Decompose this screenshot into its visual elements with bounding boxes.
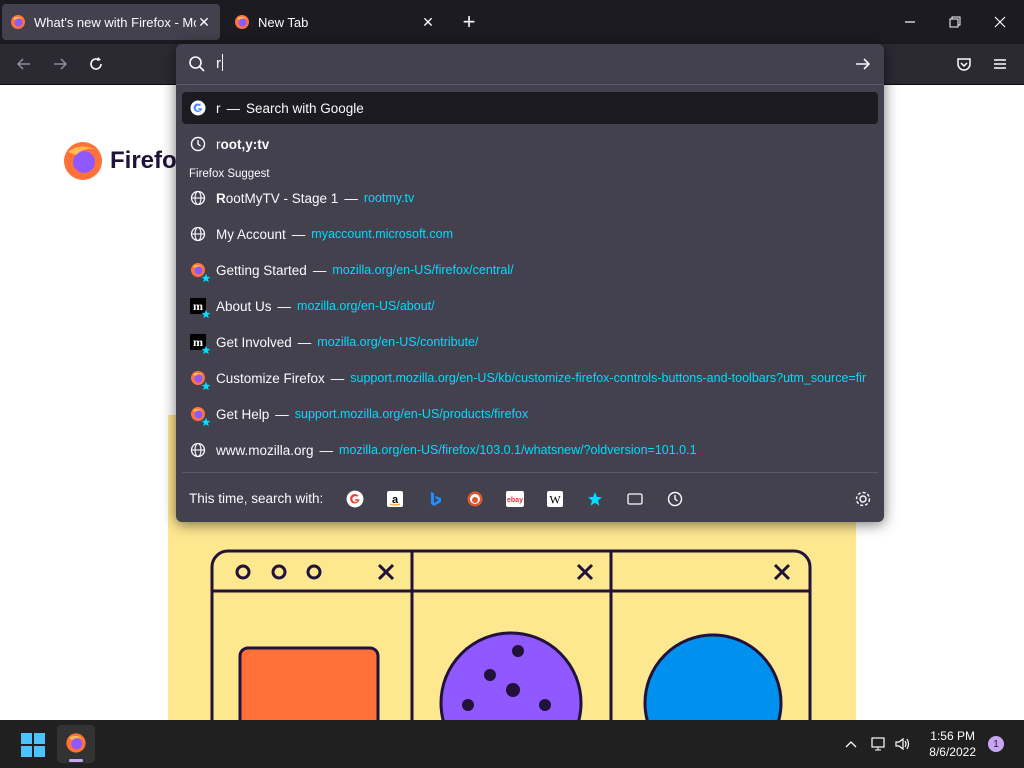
divider xyxy=(176,84,884,85)
menu-icon[interactable] xyxy=(990,54,1010,74)
google-icon[interactable] xyxy=(346,490,364,508)
firefox-icon xyxy=(66,733,86,753)
network-icon[interactable] xyxy=(870,736,888,752)
suggestion-url: rootmy.tv xyxy=(363,191,415,205)
history-title: oot,y:tv xyxy=(220,136,270,152)
wikipedia-icon[interactable]: W xyxy=(546,490,564,508)
address-input-value: r xyxy=(216,55,221,72)
bookmarks-star-icon[interactable] xyxy=(586,490,604,508)
one-off-label: This time, search with: xyxy=(189,491,324,506)
suggestion-row[interactable]: My Account — myaccount.microsoft.com xyxy=(182,218,878,250)
reload-icon[interactable] xyxy=(86,54,106,74)
svg-text:W: W xyxy=(549,493,561,507)
volume-icon[interactable] xyxy=(894,736,912,752)
svg-text:ebay: ebay xyxy=(507,497,523,504)
close-window-icon[interactable] xyxy=(990,12,1010,32)
suggestion-title: Get Involved xyxy=(216,334,292,350)
suggestion-row[interactable]: Customize Firefox — support.mozilla.org/en… xyxy=(182,362,878,394)
clock-date: 8/6/2022 xyxy=(929,745,976,759)
forward-arrow-icon[interactable] xyxy=(50,54,70,74)
tab-title: New Tab xyxy=(258,14,309,30)
suggestion-title: Get Help xyxy=(216,406,270,422)
firefox-logo-icon xyxy=(64,142,102,180)
suggestion-url: mozilla.org/en-US/contribute/ xyxy=(317,335,479,349)
suggestion-title: ootMyTV - Stage 1 xyxy=(225,190,339,206)
chevron-up-icon[interactable] xyxy=(843,736,859,752)
one-off-search-bar: This time, search with: a ebay W xyxy=(176,482,884,516)
tab-title: What's new with Firefox - More xyxy=(34,14,196,30)
bing-icon[interactable] xyxy=(426,490,444,508)
ebay-icon[interactable]: ebay xyxy=(506,490,524,508)
urlbar-dropdown: r r — Search with Google r oot,y:tv Firef… xyxy=(176,44,884,522)
back-arrow-icon[interactable] xyxy=(14,54,34,74)
amazon-icon[interactable]: a xyxy=(386,490,404,508)
duckduckgo-icon[interactable] xyxy=(466,490,484,508)
firefox-icon xyxy=(11,15,25,29)
tab-whats-new[interactable]: What's new with Firefox - More ✕ xyxy=(2,4,220,40)
suggestion-row[interactable]: www.mozilla.org — mozilla.org/en-US/firefo… xyxy=(182,434,878,466)
gear-icon[interactable] xyxy=(854,490,872,508)
taskbar-firefox-app[interactable] xyxy=(57,725,95,763)
divider xyxy=(182,472,878,473)
mozilla-bookmark-icon: m xyxy=(190,334,211,355)
suggestion-title: My Account xyxy=(216,226,286,242)
tabs-icon[interactable] xyxy=(626,490,644,508)
suggestion-match: R xyxy=(216,190,226,206)
search-label: Search with Google xyxy=(246,100,364,116)
pocket-icon[interactable] xyxy=(954,54,974,74)
google-icon xyxy=(190,100,206,116)
firefox-bookmark-icon xyxy=(190,370,211,391)
suggestion-url: support.mozilla.org/en-US/kb/customize-f… xyxy=(350,371,867,385)
suggestion-title: Customize Firefox xyxy=(216,370,325,386)
group-label: Firefox Suggest xyxy=(189,168,270,180)
suggestion-title: About Us xyxy=(216,298,272,314)
suggestion-row[interactable]: m About Us — mozilla.org/en-US/about/ xyxy=(182,290,878,322)
tab-new-tab[interactable]: New Tab ✕ xyxy=(226,4,444,40)
firefox-bookmark-icon xyxy=(190,406,211,427)
suggestion-row[interactable]: RootMyTV - Stage 1— rootmy.tv xyxy=(182,182,878,214)
globe-icon xyxy=(190,442,206,458)
notification-badge[interactable]: 1 xyxy=(988,736,1004,752)
close-tab-icon[interactable]: ✕ xyxy=(420,14,436,30)
go-arrow-icon[interactable] xyxy=(854,55,872,73)
clock-icon xyxy=(190,136,206,152)
history-result[interactable]: r oot,y:tv xyxy=(182,128,878,160)
globe-icon xyxy=(190,226,206,242)
taskbar: 1:56 PM 8/6/2022 1 xyxy=(0,720,1024,768)
globe-icon xyxy=(190,190,206,206)
suggestion-row[interactable]: Getting Started — mozilla.org/en-US/firefo… xyxy=(182,254,878,286)
suggestion-url: mozilla.org/en-US/firefox/central/ xyxy=(332,263,514,277)
suggestion-url: mozilla.org/en-US/firefox/103.0.1/whatsn… xyxy=(339,443,697,457)
suggestion-row[interactable]: m Get Involved — mozilla.org/en-US/contribu… xyxy=(182,326,878,358)
suggestion-row[interactable]: Get Help — support.mozilla.org/en-US/produ… xyxy=(182,398,878,430)
mozilla-bookmark-icon: m xyxy=(190,298,211,319)
new-tab-button[interactable]: + xyxy=(459,11,479,33)
suggestion-title: www.mozilla.org xyxy=(216,442,314,458)
suggestion-title: Getting Started xyxy=(216,262,307,278)
close-tab-icon[interactable]: ✕ xyxy=(196,14,212,30)
minimize-icon[interactable] xyxy=(900,12,920,32)
system-clock[interactable]: 1:56 PM 8/6/2022 xyxy=(929,728,976,760)
firefox-icon xyxy=(235,15,249,29)
typed-text: r xyxy=(216,100,221,116)
windows-start-icon[interactable] xyxy=(21,733,45,757)
clock-time: 1:56 PM xyxy=(930,729,975,743)
search-icon xyxy=(189,56,205,72)
firefox-bookmark-icon xyxy=(190,262,211,283)
address-bar[interactable]: r xyxy=(176,44,884,84)
suggestion-url: support.mozilla.org/en-US/products/firef… xyxy=(294,407,529,421)
search-suggestion-google[interactable]: r — Search with Google xyxy=(182,92,878,124)
suggestion-url: myaccount.microsoft.com xyxy=(311,227,453,241)
tab-strip: What's new with Firefox - More ✕ New Tab… xyxy=(0,0,1024,44)
restore-icon[interactable] xyxy=(945,12,965,32)
history-clock-icon[interactable] xyxy=(666,490,684,508)
suggestion-url: mozilla.org/en-US/about/ xyxy=(297,299,435,313)
address-input[interactable]: r xyxy=(216,54,223,72)
